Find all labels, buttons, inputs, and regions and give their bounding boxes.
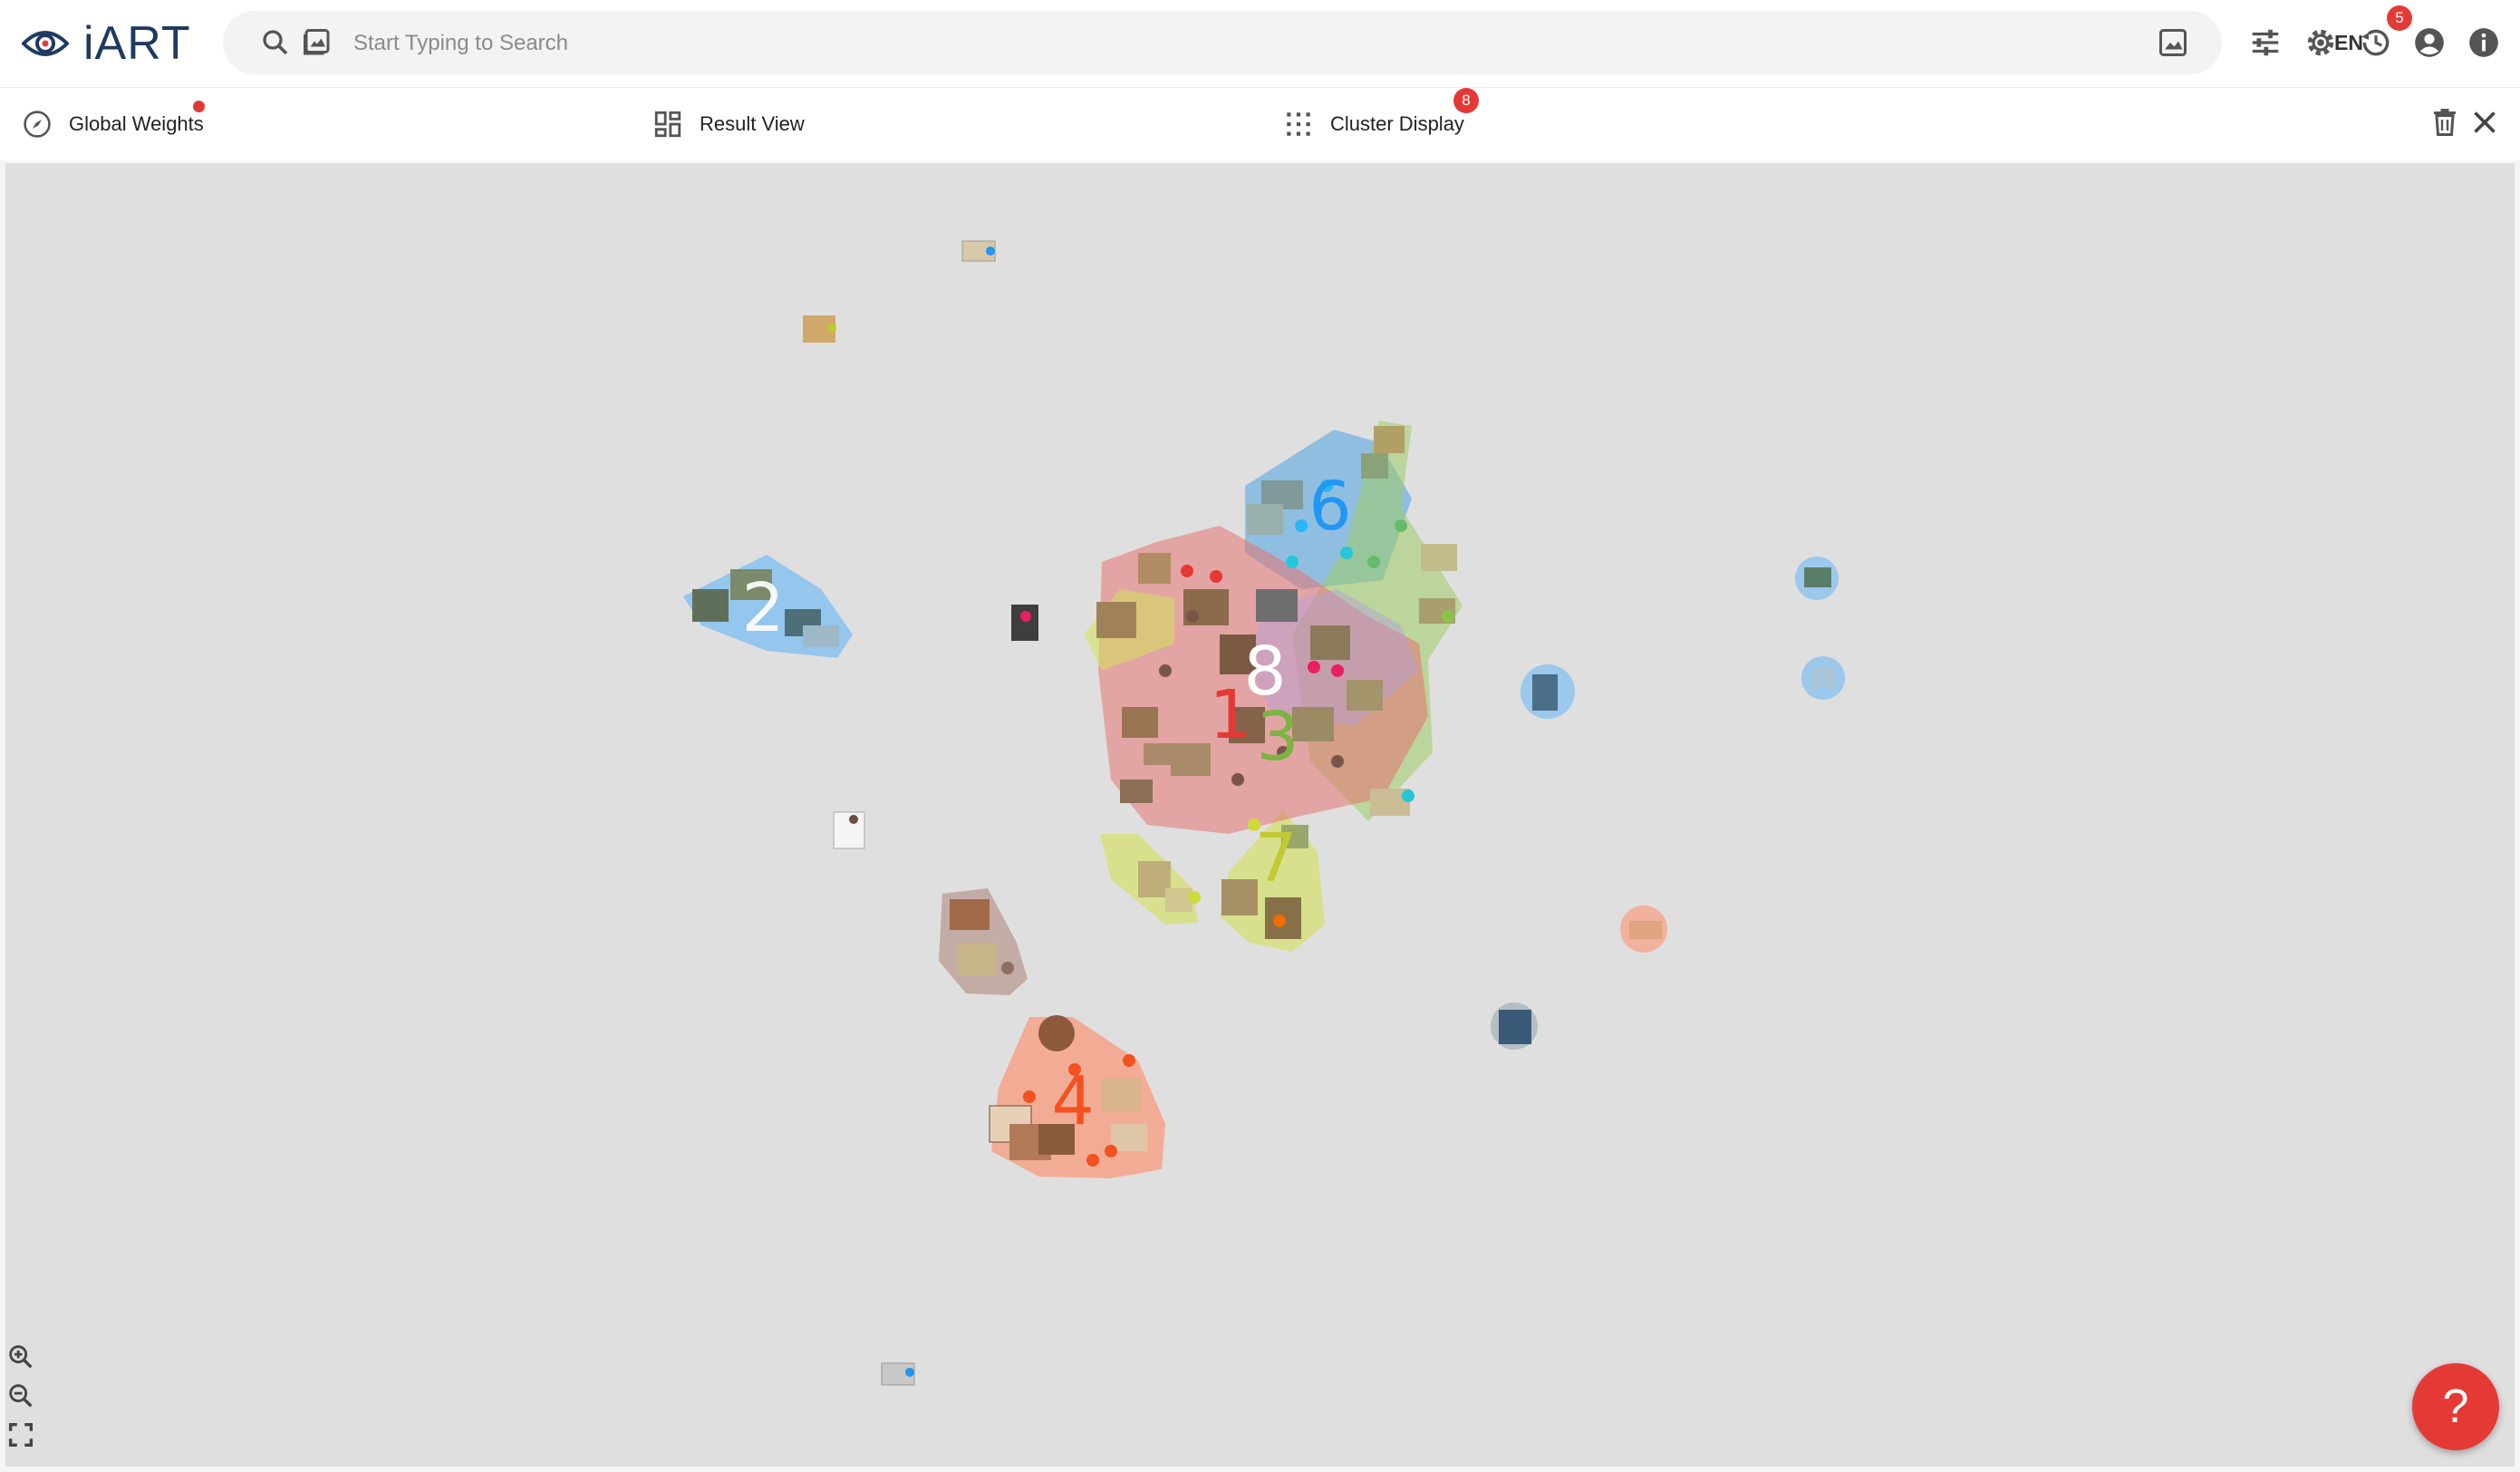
eye-logo-icon [22,31,69,56]
result-view-label: Result View [700,112,805,135]
image-marker [1395,519,1407,532]
cluster-label-7[interactable]: 7 [1254,819,1297,897]
image-thumbnail[interactable] [1374,426,1405,453]
history-badge: 5 [2387,5,2412,31]
global-weights-label: Global Weights [69,112,204,135]
cluster-map[interactable]: 2 6 8 1 3 7 4 [5,163,2515,1467]
search-bar[interactable]: EN [223,11,2363,74]
image-marker [1286,556,1299,568]
image-marker [1331,664,1344,677]
image-marker [1023,1090,1036,1103]
tune-icon[interactable] [2248,25,2283,60]
account-icon[interactable] [2412,25,2447,60]
app-logo[interactable]: iART [22,16,191,71]
image-marker [1295,519,1308,532]
image-thumbnail[interactable] [1421,544,1457,571]
cluster-toolbar: Global Weights Result View Cluster Displ… [0,87,2520,160]
image-thumbnail[interactable] [1122,707,1158,738]
image-thumbnail[interactable] [1165,888,1192,912]
image-thumbnail[interactable] [1171,743,1211,776]
image-marker [1020,611,1031,622]
image-marker [849,815,858,824]
image-thumbnail[interactable] [1111,1124,1147,1151]
app-name: iART [83,17,191,70]
fit-screen-icon[interactable] [5,1419,36,1450]
image-marker [1123,1054,1135,1067]
image-marker [1188,891,1201,904]
image-thumbnail[interactable] [1138,553,1171,584]
cluster-count-badge: 8 [1453,88,1479,113]
cluster-label-4[interactable]: 4 [1051,1062,1094,1140]
image-thumbnail[interactable] [1347,680,1383,711]
cluster-display-label: Cluster Display [1330,112,1464,135]
cluster-label-2[interactable]: 2 [741,569,784,647]
search-icon[interactable] [259,26,292,59]
image-marker [1273,915,1286,927]
image-marker [1367,556,1380,568]
image-thumbnail[interactable] [1256,589,1298,622]
image-thumbnail[interactable] [1499,1010,1531,1044]
trash-icon[interactable] [2428,106,2461,139]
image-thumbnail[interactable] [1144,743,1171,765]
history-icon[interactable] [2359,25,2393,60]
image-marker [1105,1145,1117,1157]
image-thumbnail[interactable] [1804,567,1831,587]
cluster-display-button[interactable]: Cluster Display 8 [1283,88,1479,140]
image-thumbnail[interactable] [1629,921,1662,939]
image-thumbnail[interactable] [833,811,865,849]
result-view-button[interactable]: Result View [652,108,805,140]
image-thumbnail[interactable] [1247,504,1283,535]
zoom-out-icon[interactable] [5,1380,36,1411]
search-input[interactable] [352,20,1986,67]
gear-icon[interactable] [2303,25,2338,60]
image-marker [1001,962,1014,974]
cluster-label-3[interactable]: 3 [1256,698,1299,776]
image-marker [1086,1154,1099,1167]
image-thumbnail[interactable] [957,943,997,975]
dashboard-icon [654,111,681,138]
help-button[interactable]: ? [2412,1363,2499,1450]
image-marker [1186,610,1199,623]
image-marker [1402,789,1414,802]
image-marker [1331,755,1344,768]
image-icon[interactable] [2157,26,2189,59]
image-marker [1181,565,1193,577]
image-thumbnail[interactable] [1532,674,1558,711]
cluster-label-6[interactable]: 6 [1308,468,1351,546]
image-marker [986,247,995,256]
zoom-in-icon[interactable] [5,1341,36,1372]
image-thumbnail[interactable] [1221,879,1258,915]
image-thumbnail[interactable] [1011,605,1038,641]
image-marker [1038,1015,1075,1051]
image-thumbnail[interactable] [1310,625,1350,660]
cluster-canvas[interactable]: 2 6 8 1 3 7 4 [5,163,2515,1467]
image-marker [905,1368,914,1377]
info-icon[interactable] [2467,25,2501,60]
image-thumbnail[interactable] [1120,780,1153,803]
grid-dots-icon [1287,112,1310,136]
image-marker [1340,547,1353,559]
image-thumbnail[interactable] [692,589,729,622]
image-thumbnail[interactable] [1361,453,1388,479]
top-bar: iART EN 5 [0,0,2520,87]
image-marker [1159,664,1172,677]
global-weights-dot [193,101,205,112]
image-marker [1308,661,1320,673]
image-marker [1442,610,1454,623]
compass-icon [24,111,51,138]
image-thumbnail[interactable] [803,625,839,647]
image-thumbnail[interactable] [1102,1079,1142,1111]
global-weights-button[interactable]: Global Weights [22,101,205,140]
cluster-label-1[interactable]: 1 [1209,676,1251,754]
image-marker [827,324,836,333]
image-marker [1231,773,1244,786]
image-search-icon[interactable] [301,26,333,59]
image-thumbnail[interactable] [1096,602,1136,638]
image-thumbnail[interactable] [1812,667,1836,687]
close-icon[interactable] [2468,106,2501,139]
image-marker [1210,570,1222,583]
image-thumbnail[interactable] [950,899,990,930]
